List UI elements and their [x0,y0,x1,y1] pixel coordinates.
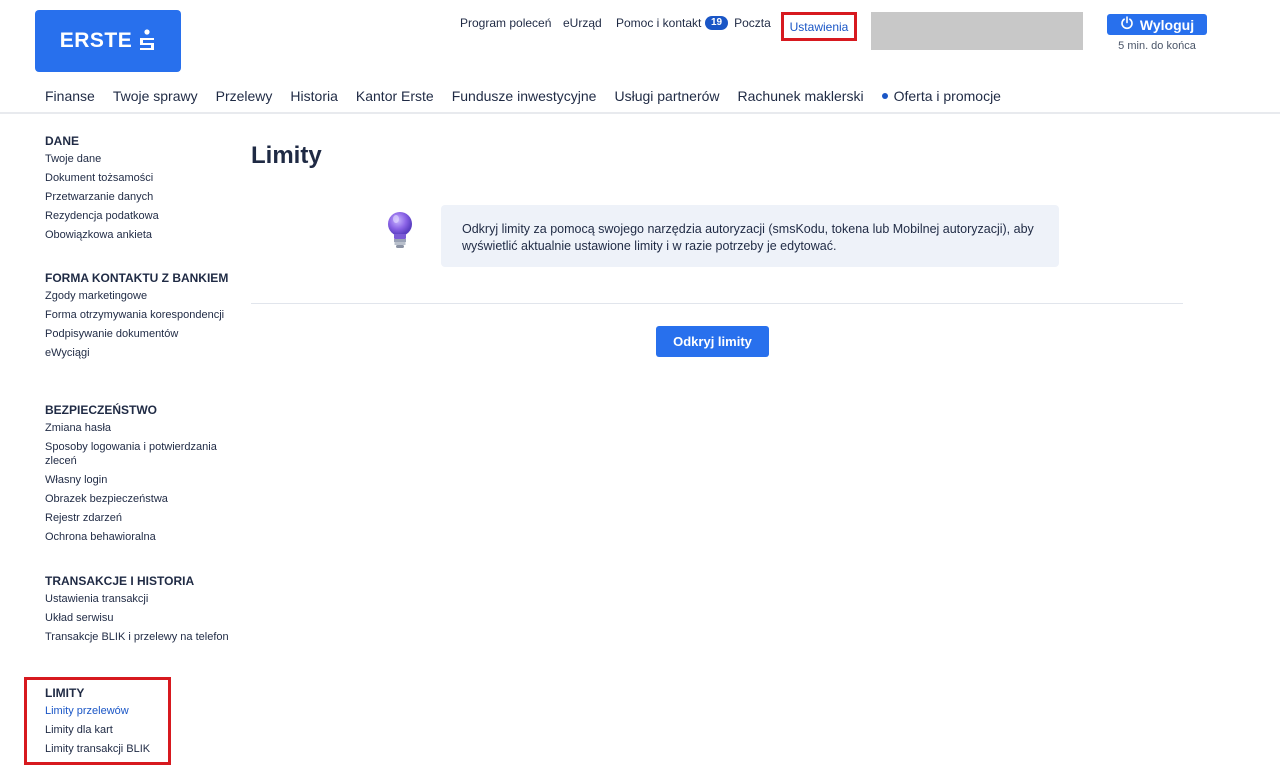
nav-divider [0,112,1280,114]
sidebar-item-twoje-dane[interactable]: Twoje dane [45,152,159,166]
sidebar-item-ustawienia-transakcji[interactable]: Ustawienia transakcji [45,592,229,606]
nav-finanse[interactable]: Finanse [45,88,95,104]
nav-oferta-label: Oferta i promocje [893,88,1001,104]
limity-section-highlight [24,677,171,765]
sidebar-item-obrazek-bezpieczenstwa[interactable]: Obrazek bezpieczeństwa [45,492,230,506]
eurzad-link[interactable]: eUrząd [563,16,602,30]
nav-uslugi-partnerow[interactable]: Usługi partnerów [614,88,719,104]
sidebar-item-podpisywanie-dokumentow[interactable]: Podpisywanie dokumentów [45,327,228,341]
sidebar-section-bezpieczenstwo: BEZPIECZEŃSTWO Zmiana hasła Sposoby logo… [45,403,230,549]
main-nav: Finanse Twoje sprawy Przelewy Historia K… [45,88,1001,104]
power-icon [1120,16,1134,33]
sidebar-item-forma-korespondencji[interactable]: Forma otrzymywania korespondencji [45,308,228,322]
erste-logo[interactable]: ERSTE [35,10,181,72]
sidebar-item-rezydencja-podatkowa[interactable]: Rezydencja podatkowa [45,209,159,223]
nav-fundusze[interactable]: Fundusze inwestycyjne [452,88,597,104]
sidebar-item-dokument-tozsamosci[interactable]: Dokument tożsamości [45,171,159,185]
sidebar-item-transakcje-blik[interactable]: Transakcje BLIK i przelewy na telefon [45,630,229,644]
sidebar-section-title: BEZPIECZEŃSTWO [45,403,158,417]
sidebar-item-ewyciagi[interactable]: eWyciągi [45,346,228,360]
sidebar-item-obowiazkowa-ankieta[interactable]: Obowiązkowa ankieta [45,228,159,242]
pomoc-kontakt-link[interactable]: Pomoc i kontakt [616,16,701,30]
page-title: Limity [251,142,322,169]
unread-count-badge: 19 [705,16,729,30]
nav-kantor-erste[interactable]: Kantor Erste [356,88,434,104]
sidebar-section-title: DANE [45,134,80,148]
new-dot-icon [881,93,888,99]
sidebar-section-title: TRANSAKCJE I HISTORIA [45,574,195,588]
logout-button[interactable]: Wyloguj [1107,14,1207,35]
info-message: Odkryj limity za pomocą swojego narzędzi… [441,205,1059,267]
sidebar-item-ochrona-behawioralna[interactable]: Ochrona behawioralna [45,530,230,544]
sparkasse-s-icon [138,29,156,53]
sidebar-item-zmiana-hasla[interactable]: Zmiana hasła [45,421,230,435]
sidebar-section-title: FORMA KONTAKTU Z BANKIEM [45,271,229,285]
nav-rachunek-maklerski[interactable]: Rachunek maklerski [738,88,864,104]
nav-twoje-sprawy[interactable]: Twoje sprawy [113,88,198,104]
odkryj-limity-button[interactable]: Odkryj limity [656,326,769,357]
nav-oferta-promocje[interactable]: Oferta i promocje [881,88,1001,104]
sidebar-section-dane: DANE Twoje dane Dokument tożsamości Prze… [45,134,159,247]
logo-text: ERSTE [59,29,133,52]
sidebar-item-przetwarzanie-danych[interactable]: Przetwarzanie danych [45,190,159,204]
sidebar-item-sposoby-logowania[interactable]: Sposoby logowania i potwierdzania zleceń [45,440,230,468]
redacted-user-area [871,12,1083,50]
ustawienia-link[interactable]: Ustawienia [781,12,857,41]
sidebar-item-uklad-serwisu[interactable]: Układ serwisu [45,611,229,625]
session-timer: 5 min. do końca [1118,40,1196,52]
program-polecen-link[interactable]: Program poleceń [460,16,551,30]
nav-przelewy[interactable]: Przelewy [216,88,273,104]
sidebar-item-wlasny-login[interactable]: Własny login [45,473,230,487]
sidebar-section-forma-kontaktu: FORMA KONTAKTU Z BANKIEM Zgody marketing… [45,271,228,365]
content-divider [251,303,1183,304]
sidebar-section-transakcje: TRANSAKCJE I HISTORIA Ustawienia transak… [45,574,229,649]
poczta-label: Poczta [734,16,771,30]
nav-historia[interactable]: Historia [290,88,337,104]
sidebar-item-rejestr-zdarzen[interactable]: Rejestr zdarzeń [45,511,230,525]
logout-label: Wyloguj [1139,16,1195,33]
sidebar-item-zgody-marketingowe[interactable]: Zgody marketingowe [45,289,228,303]
poczta-link[interactable]: 19 Poczta [705,16,771,30]
lightbulb-icon [384,210,416,252]
